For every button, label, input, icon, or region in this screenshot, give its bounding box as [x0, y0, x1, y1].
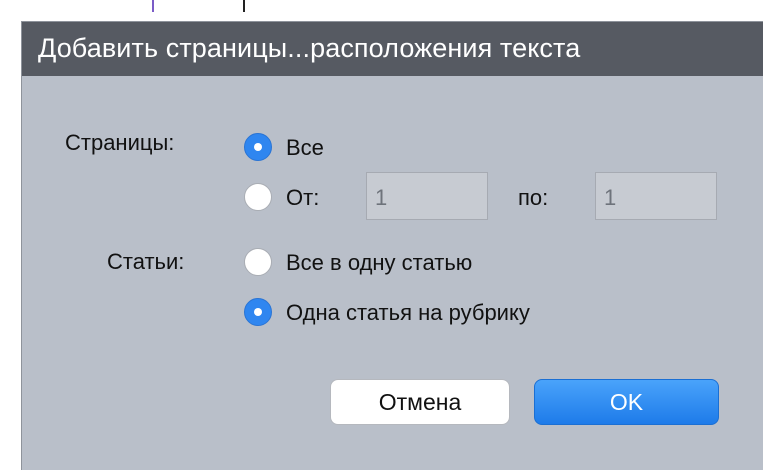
pages-to-field[interactable]: 1: [595, 172, 717, 220]
articles-label: Статьи:: [107, 249, 185, 274]
pages-all-radio[interactable]: [244, 133, 272, 161]
cancel-button[interactable]: Отмена: [330, 379, 510, 425]
ok-button[interactable]: OK: [534, 379, 719, 425]
pages-to-value: 1: [604, 185, 617, 210]
background-mark: [243, 0, 245, 12]
add-pages-dialog: Добавить страницы...расположения текста …: [22, 22, 763, 470]
articles-per-rubric-radio[interactable]: [244, 298, 272, 326]
articles-one-radio[interactable]: [244, 248, 272, 276]
dialog-title: Добавить страницы...расположения текста: [38, 33, 581, 63]
pages-from-field[interactable]: 1: [366, 172, 488, 220]
pages-all-label[interactable]: Все: [286, 135, 324, 161]
pages-label: Страницы:: [65, 130, 175, 155]
pages-from-value: 1: [375, 185, 388, 210]
pages-range-radio[interactable]: [244, 183, 272, 211]
background-mark: [152, 0, 154, 12]
dialog-titlebar: Добавить страницы...расположения текста: [22, 22, 763, 76]
background-window-strip: [0, 0, 763, 22]
pages-to-label: по:: [518, 185, 549, 210]
articles-per-rubric-label[interactable]: Одна статья на рубрику: [286, 300, 530, 326]
articles-one-label[interactable]: Все в одну статью: [286, 250, 472, 276]
pages-from-label: От:: [286, 185, 320, 210]
